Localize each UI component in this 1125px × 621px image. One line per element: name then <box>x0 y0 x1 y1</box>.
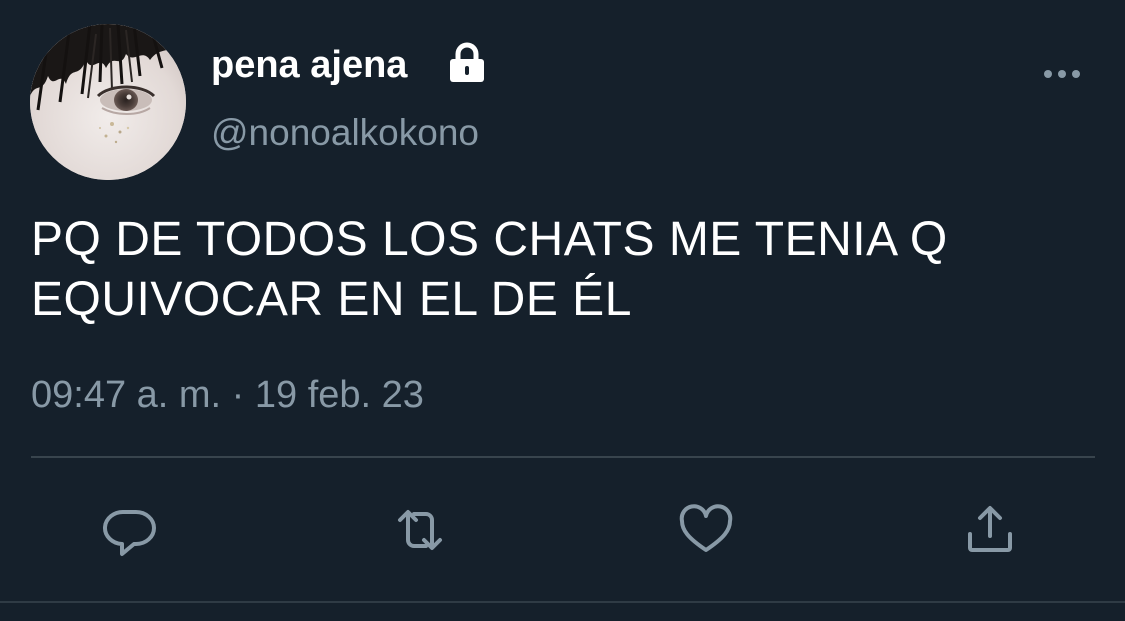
divider <box>31 456 1095 458</box>
avatar[interactable] <box>30 24 186 180</box>
tweet-text: PQ DE TODOS LOS CHATS ME TENIA Q EQUIVOC… <box>31 210 1091 330</box>
like-button[interactable] <box>676 500 736 560</box>
tweet-timestamp[interactable]: 09:47 a. m. · 19 feb. 23 <box>31 374 424 417</box>
tweet-text-line: EQUIVOCAR EN EL DE ÉL <box>31 273 632 326</box>
tweet-text-line: PQ DE TODOS LOS CHATS ME TENIA Q <box>31 213 948 266</box>
bottom-divider <box>0 601 1125 603</box>
user-handle[interactable]: @nonoalkokono <box>211 112 479 154</box>
lock-icon <box>444 40 490 86</box>
reply-icon <box>102 509 156 556</box>
share-icon <box>968 506 1012 552</box>
retweet-button[interactable] <box>390 500 450 560</box>
display-name[interactable]: pena ajena <box>211 44 407 87</box>
share-button[interactable] <box>960 500 1020 560</box>
reply-button[interactable] <box>100 500 160 560</box>
more-options-icon[interactable] <box>1040 62 1084 86</box>
tweet-card: pena ajena @nonoalkokono PQ DE TODOS LOS… <box>0 0 1125 621</box>
retweet-icon <box>398 510 442 550</box>
heart-icon <box>679 504 733 552</box>
